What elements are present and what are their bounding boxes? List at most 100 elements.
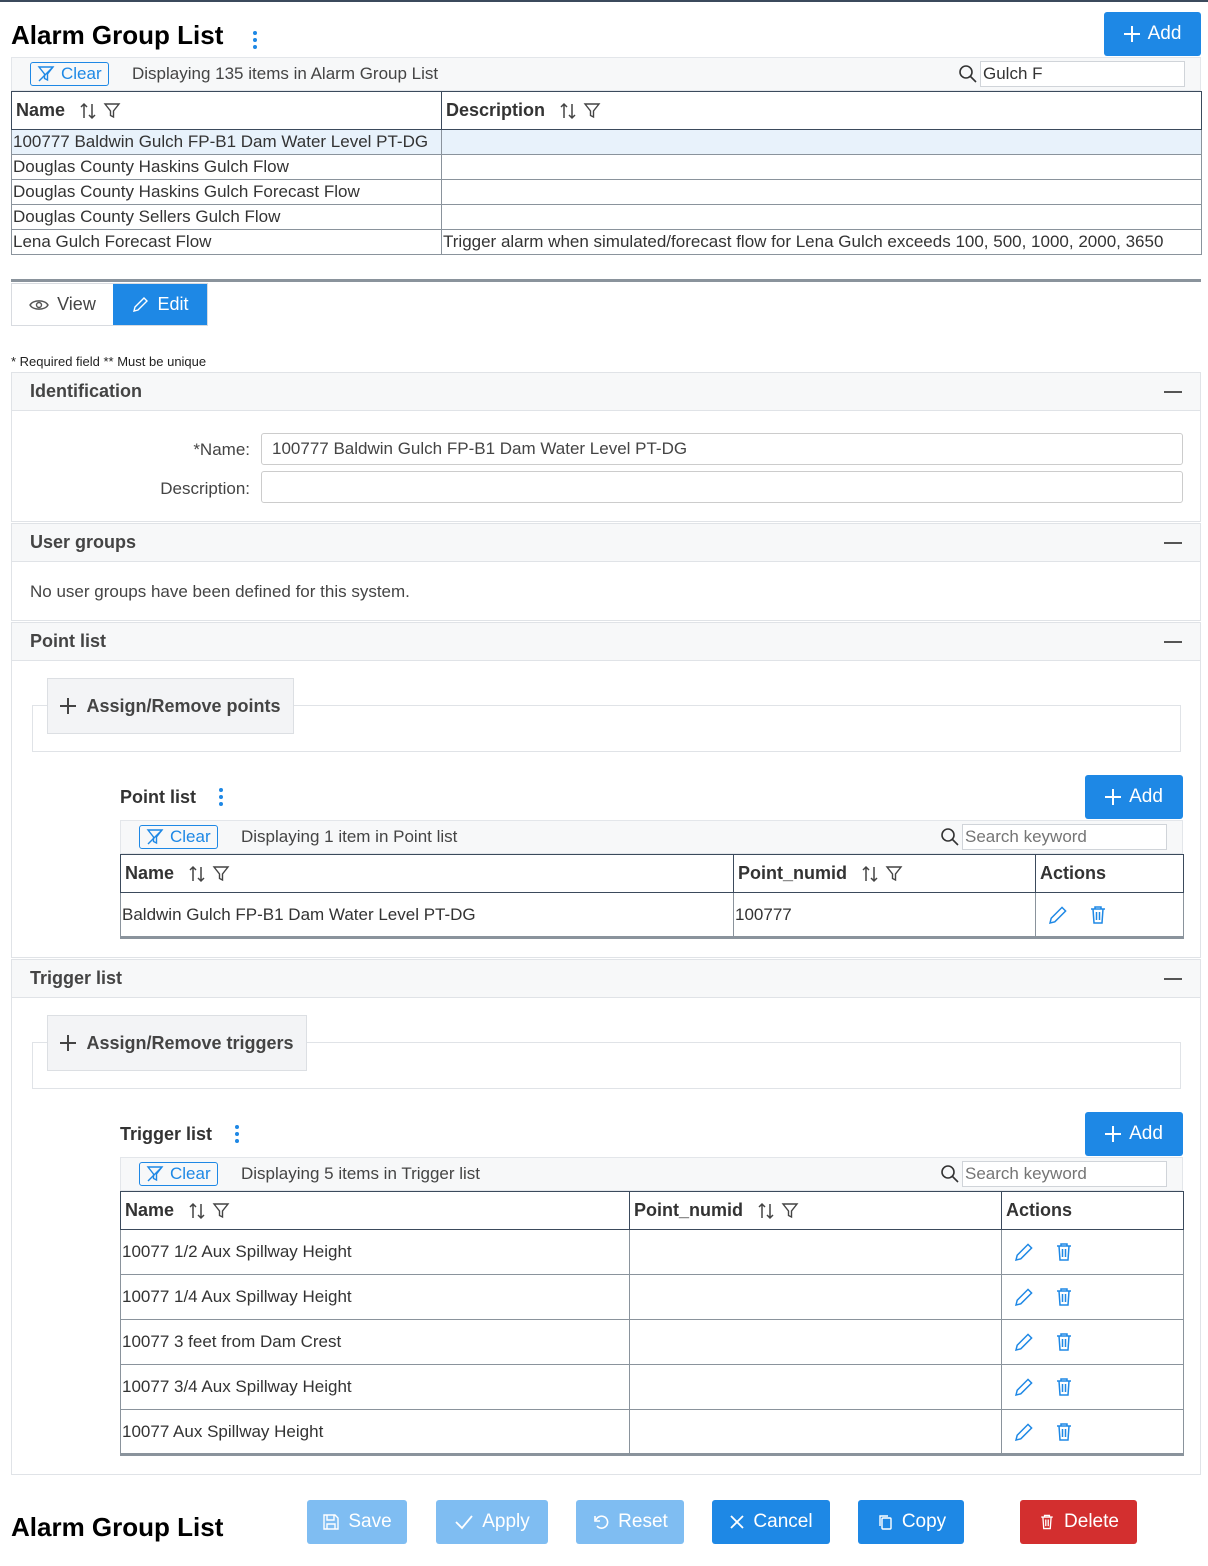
point-list-header[interactable]: Point list: [12, 623, 1200, 661]
sort-icon[interactable]: [187, 864, 207, 884]
trigger-list-header[interactable]: Trigger list: [12, 960, 1200, 998]
required-note: * Required field ** Must be unique: [11, 354, 207, 369]
column-header-point-numid[interactable]: Point_numid: [733, 854, 1036, 893]
table-row[interactable]: 10077 Aux Spillway Height: [120, 1409, 1184, 1455]
clear-filters-button[interactable]: Clear: [139, 1162, 218, 1186]
table-row[interactable]: 10077 3/4 Aux Spillway Height: [120, 1364, 1184, 1410]
copy-button[interactable]: Copy: [858, 1500, 964, 1544]
trigger-search-input[interactable]: [962, 1161, 1167, 1187]
column-header-name[interactable]: Name: [120, 854, 734, 893]
table-row[interactable]: 10077 1/4 Aux Spillway Height: [120, 1274, 1184, 1320]
edit-icon[interactable]: [1013, 1286, 1035, 1308]
list-status: Displaying 135 items in Alarm Group List: [132, 64, 439, 83]
edit-icon[interactable]: [1013, 1421, 1035, 1443]
identification-header[interactable]: Identification: [12, 373, 1200, 411]
sort-icon[interactable]: [187, 1201, 207, 1221]
filter-icon[interactable]: [103, 102, 121, 120]
add-point-button[interactable]: Add: [1085, 775, 1183, 819]
check-icon: [455, 1515, 473, 1530]
user-groups-section: User groups: [11, 523, 1201, 621]
add-trigger-button[interactable]: Add: [1085, 1112, 1183, 1156]
table-row[interactable]: Lena Gulch Forecast Flow Trigger alarm wh…: [11, 229, 1202, 255]
column-header-name[interactable]: Name: [120, 1191, 630, 1230]
user-groups-header[interactable]: User groups: [12, 524, 1200, 562]
trigger-table: Name Point_numid Actions 10077 1/2 Aux S…: [120, 1191, 1184, 1456]
table-row[interactable]: 10077 3 feet from Dam Crest: [120, 1319, 1184, 1365]
edit-icon[interactable]: [1013, 1331, 1035, 1353]
eye-icon: [29, 299, 49, 310]
sort-icon[interactable]: [78, 101, 98, 121]
more-options-icon[interactable]: [253, 31, 257, 52]
trash-icon[interactable]: [1053, 1286, 1075, 1308]
close-icon: [730, 1515, 745, 1529]
filter-icon[interactable]: [212, 1202, 230, 1220]
trigger-status: Displaying 5 items in Trigger list: [241, 1164, 481, 1183]
filter-clear-icon: [146, 1166, 164, 1182]
sort-icon[interactable]: [860, 864, 880, 884]
filter-clear-icon: [146, 829, 164, 845]
table-row[interactable]: 10077 1/2 Aux Spillway Height: [120, 1229, 1184, 1275]
search-icon: [941, 1165, 959, 1183]
clear-filters-button[interactable]: Clear: [139, 825, 218, 849]
filter-icon[interactable]: [212, 865, 230, 883]
assign-triggers-button[interactable]: Assign/Remove triggers: [47, 1015, 307, 1071]
splitter[interactable]: [11, 279, 1201, 282]
assign-points-button[interactable]: Assign/Remove points: [47, 678, 294, 734]
save-icon: [323, 1514, 340, 1530]
column-header-actions: Actions: [1035, 854, 1184, 893]
alarm-group-table: Name Description 100777 Baldwin Gulch FP…: [11, 91, 1202, 255]
sort-icon[interactable]: [756, 1201, 776, 1221]
collapse-icon[interactable]: [1164, 640, 1182, 643]
mode-tabs: View Edit: [11, 283, 208, 326]
more-options-icon[interactable]: [219, 788, 223, 809]
trash-icon[interactable]: [1053, 1376, 1075, 1398]
point-search-input[interactable]: [962, 824, 1167, 850]
user-groups-message: No user groups have been defined for thi…: [30, 582, 410, 601]
edit-icon[interactable]: [1013, 1241, 1035, 1263]
collapse-icon[interactable]: [1164, 541, 1182, 544]
tab-view[interactable]: View: [12, 284, 113, 325]
table-row[interactable]: 100777 Baldwin Gulch FP-B1 Dam Water Lev…: [11, 129, 1202, 155]
reset-button[interactable]: Reset: [576, 1500, 684, 1544]
collapse-icon[interactable]: [1164, 977, 1182, 980]
page-title: Alarm Group List: [11, 20, 224, 50]
delete-button[interactable]: Delete: [1020, 1500, 1137, 1544]
tab-edit[interactable]: Edit: [112, 284, 207, 325]
table-row[interactable]: Douglas County Sellers Gulch Flow: [11, 204, 1202, 230]
cancel-button[interactable]: Cancel: [712, 1500, 830, 1544]
name-field[interactable]: 100777 Baldwin Gulch FP-B1 Dam Water Lev…: [261, 433, 1183, 465]
save-button[interactable]: Save: [307, 1500, 407, 1544]
point-search: [940, 824, 1167, 850]
trash-icon[interactable]: [1053, 1421, 1075, 1443]
filter-icon[interactable]: [781, 1202, 799, 1220]
description-field[interactable]: [261, 471, 1183, 503]
edit-icon[interactable]: [1013, 1376, 1035, 1398]
table-row[interactable]: Douglas County Haskins Gulch Forecast Fl…: [11, 179, 1202, 205]
filter-icon[interactable]: [583, 102, 601, 120]
plus-icon: [1105, 789, 1122, 805]
copy-icon: [879, 1515, 892, 1530]
filter-icon[interactable]: [885, 865, 903, 883]
trash-icon[interactable]: [1053, 1241, 1075, 1263]
more-options-icon[interactable]: [235, 1125, 239, 1146]
point-list-title: Point list: [120, 787, 196, 807]
clear-filters-button[interactable]: Clear: [30, 62, 109, 86]
column-header-name[interactable]: Name: [11, 91, 442, 130]
add-alarm-group-button[interactable]: Add: [1104, 12, 1201, 56]
edit-icon[interactable]: [1047, 904, 1069, 926]
table-row[interactable]: Baldwin Gulch FP-B1 Dam Water Level PT-D…: [120, 892, 1184, 938]
sort-icon[interactable]: [558, 101, 578, 121]
clear-label: Clear: [61, 64, 102, 83]
trash-icon: [1041, 1514, 1053, 1530]
list-search-input[interactable]: [980, 61, 1185, 87]
search-icon: [941, 828, 959, 846]
column-header-description[interactable]: Description: [441, 91, 1202, 130]
apply-button[interactable]: Apply: [436, 1500, 548, 1544]
table-row[interactable]: Douglas County Haskins Gulch Flow: [11, 154, 1202, 180]
trigger-list-title: Trigger list: [120, 1124, 213, 1144]
filter-clear-icon: [37, 66, 55, 82]
trash-icon[interactable]: [1053, 1331, 1075, 1353]
trash-icon[interactable]: [1087, 904, 1109, 926]
column-header-point-numid[interactable]: Point_numid: [629, 1191, 1002, 1230]
collapse-icon[interactable]: [1164, 390, 1182, 393]
